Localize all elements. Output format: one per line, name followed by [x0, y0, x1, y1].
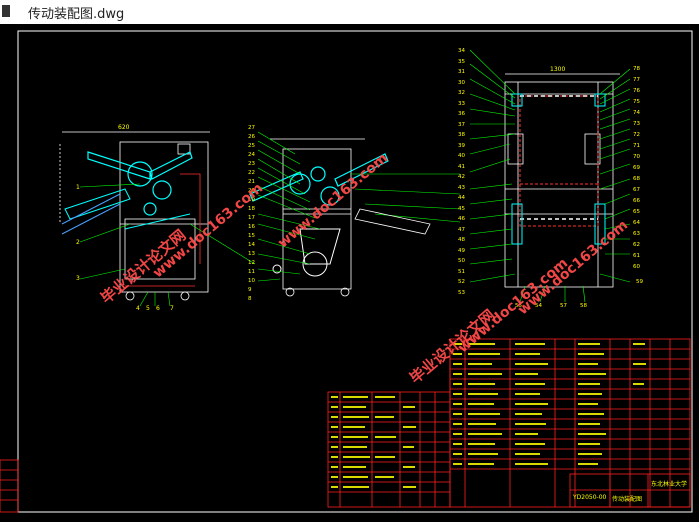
balloon-c: 43 — [458, 184, 465, 191]
balloon-c: 32 — [458, 90, 465, 96]
balloon-b: 14 — [248, 242, 255, 248]
balloon-a-1: 1 — [76, 184, 80, 191]
balloon-b: 9 — [248, 287, 252, 293]
balloon-c: 46 — [458, 216, 465, 222]
balloon-c: 34 — [458, 48, 465, 54]
balloon-c-bottom: 57 — [560, 303, 567, 309]
balloon-b: 12 — [248, 260, 255, 266]
balloon-b: 22 — [248, 170, 255, 176]
balloon-c: 68 — [633, 176, 640, 182]
balloon-c: 69 — [633, 165, 640, 171]
cad-drawing-canvas[interactable]: 620 1300 1 2 3 4 5 6 7 27 26 25 24 23 22… — [0, 24, 699, 522]
balloon-c-bottom: 59 — [636, 279, 643, 285]
balloon-c: 75 — [633, 99, 640, 105]
view-c-dimension: 1300 — [550, 66, 566, 73]
view-c-right-balloon-column: 78 77 76 75 74 73 72 71 70 69 68 67 66 6… — [633, 64, 645, 273]
balloon-c: 45 — [458, 205, 465, 212]
balloon-b: 8 — [248, 296, 252, 302]
balloon-b: 17 — [248, 215, 255, 221]
balloon-c: 52 — [458, 279, 465, 285]
balloon-c: 30 — [458, 79, 465, 86]
title-bar: 传动装配图.dwg — [0, 0, 699, 25]
balloon-c: 65 — [633, 209, 640, 215]
balloon-b: 11 — [248, 269, 255, 275]
balloon-b: 15 — [248, 233, 255, 239]
balloon-c: 78 — [633, 66, 640, 72]
balloon-c: 76 — [633, 88, 640, 94]
balloon-c: 50 — [458, 258, 465, 264]
revision-box — [0, 459, 19, 513]
balloon-a-2: 2 — [76, 239, 80, 246]
balloon-c: 53 — [458, 289, 465, 296]
balloon-c: 70 — [633, 154, 640, 160]
balloon-b: 10 — [248, 278, 255, 284]
balloon-c: 73 — [633, 121, 640, 127]
balloon-c: 60 — [633, 264, 640, 270]
balloon-c: 40 — [458, 153, 465, 159]
balloon-c: 42 — [458, 174, 465, 180]
title-block-name: 传动装配图 — [612, 496, 643, 503]
bom-table-left — [327, 391, 451, 508]
view-a-dimension: 620 — [118, 124, 130, 131]
balloon-c-bottom: 58 — [580, 303, 587, 309]
balloon-c: 31 — [458, 69, 465, 75]
balloon-c: 35 — [458, 58, 465, 65]
balloon-a-3: 3 — [76, 275, 80, 282]
balloon-c: 63 — [633, 231, 640, 237]
view-c-left-balloon-column: 34 35 31 30 32 33 36 37 38 39 40 41 42 4… — [458, 46, 470, 298]
balloon-b: 16 — [248, 224, 255, 230]
balloon-c: 41 — [458, 163, 465, 170]
balloon-b: 25 — [248, 143, 255, 149]
balloon-a-7: 7 — [170, 305, 174, 312]
balloon-c: 39 — [458, 142, 465, 149]
balloon-a-6: 6 — [156, 305, 160, 312]
view-b-balloon-column: 27 26 25 24 23 22 21 20 19 18 17 16 15 1… — [248, 124, 258, 304]
balloon-c: 37 — [458, 121, 465, 128]
title-block-school: 东北林业大学 — [651, 481, 688, 488]
balloon-c: 44 — [458, 195, 465, 201]
window-title: 传动装配图.dwg — [28, 7, 125, 22]
balloon-c: 72 — [633, 132, 640, 138]
balloon-c: 67 — [633, 187, 640, 193]
balloon-a-5: 5 — [146, 305, 150, 312]
balloon-b: 24 — [248, 152, 255, 158]
balloon-b: 23 — [248, 161, 255, 167]
file-icon — [2, 5, 10, 17]
balloon-c: 62 — [633, 242, 640, 248]
balloon-c: 48 — [458, 237, 465, 243]
balloon-c: 47 — [458, 226, 465, 233]
balloon-c: 66 — [633, 198, 640, 204]
balloon-c: 38 — [458, 132, 465, 138]
balloon-b: 13 — [248, 251, 255, 257]
balloon-c: 71 — [633, 143, 640, 149]
title-block-drawing-no: YD2050-00 — [573, 494, 607, 501]
balloon-b: 27 — [248, 125, 255, 131]
balloon-b: 26 — [248, 134, 255, 140]
balloon-a-4: 4 — [136, 305, 140, 312]
balloon-c: 36 — [458, 111, 465, 117]
balloon-c: 49 — [458, 247, 465, 254]
balloon-c: 33 — [458, 100, 465, 107]
balloon-c: 51 — [458, 268, 465, 275]
cad-drawing — [0, 30, 693, 513]
balloon-c: 61 — [633, 253, 640, 259]
balloon-c: 64 — [633, 220, 640, 226]
balloon-c: 77 — [633, 77, 640, 83]
balloon-c: 74 — [633, 110, 640, 116]
